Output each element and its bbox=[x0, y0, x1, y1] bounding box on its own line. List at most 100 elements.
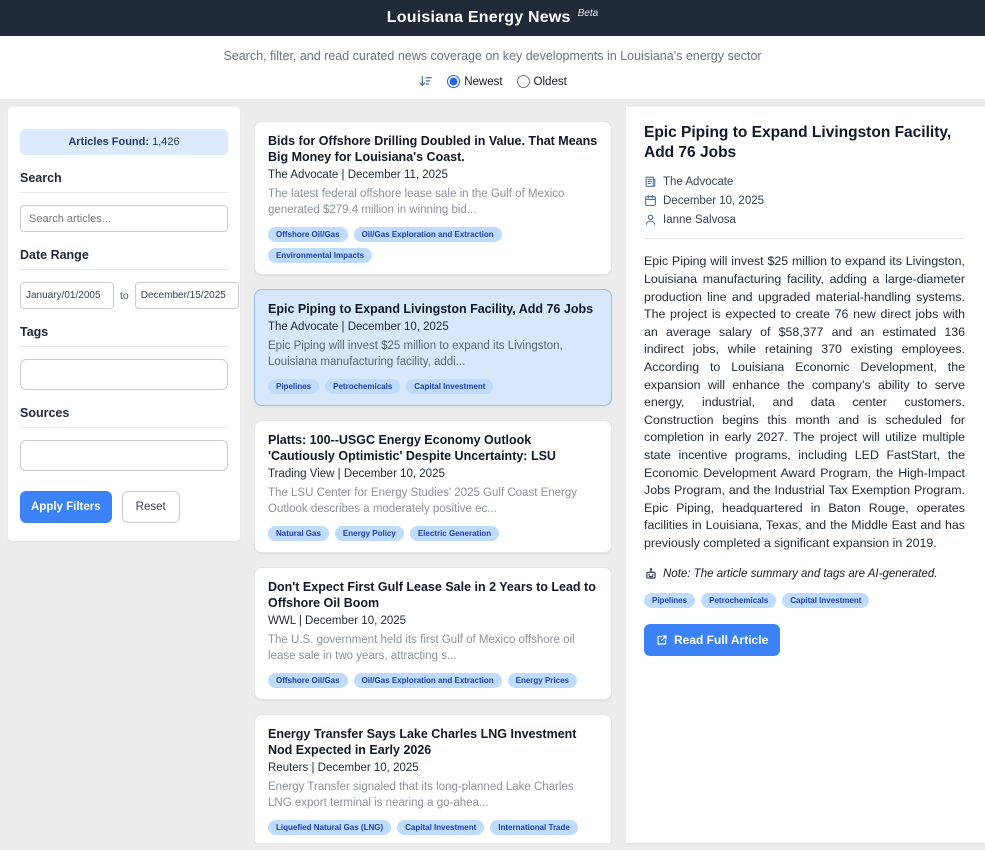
tag-pill: Electric Generation bbox=[410, 526, 499, 541]
search-section: Search bbox=[20, 171, 228, 232]
tag-pill: Liquefied Natural Gas (LNG) bbox=[268, 820, 391, 835]
articles-found-label: Articles Found: bbox=[68, 136, 149, 148]
tag-pill: Oil/Gas Exploration and Extraction bbox=[354, 673, 502, 688]
sources-heading: Sources bbox=[20, 406, 228, 428]
app-header: Louisiana Energy News Beta bbox=[0, 0, 985, 36]
article-meta: The Advocate | December 11, 2025 bbox=[268, 169, 598, 181]
article-title: Platts: 100--USGC Energy Economy Outlook… bbox=[268, 432, 598, 464]
tag-pill: Pipelines bbox=[644, 593, 695, 608]
ai-note: Note: The article summary and tags are A… bbox=[644, 567, 965, 581]
subtitle: Search, filter, and read curated news co… bbox=[0, 49, 985, 63]
date-separator: to bbox=[120, 290, 129, 302]
article-excerpt: The latest federal offshore lease sale i… bbox=[268, 187, 598, 218]
tag-pill: Energy Prices bbox=[508, 673, 577, 688]
date-row: to bbox=[20, 282, 228, 309]
robot-icon bbox=[644, 567, 658, 581]
articles-found-count: 1,426 bbox=[152, 136, 180, 148]
tag-pill: Petrochemicals bbox=[701, 593, 776, 608]
article-meta: Trading View | December 10, 2025 bbox=[268, 468, 598, 480]
date-to-input[interactable] bbox=[135, 282, 239, 309]
detail-source-row: The Advocate bbox=[644, 175, 965, 188]
article-card[interactable]: Bids for Offshore Drilling Doubled in Va… bbox=[254, 121, 612, 275]
apply-filters-button[interactable]: Apply Filters bbox=[20, 491, 112, 523]
person-icon bbox=[644, 213, 657, 226]
sort-row: Newest Oldest bbox=[0, 74, 985, 89]
article-tags: Offshore Oil/Gas Oil/Gas Exploration and… bbox=[268, 673, 598, 688]
filter-sidebar: Articles Found: 1,426 Search Date Range … bbox=[8, 107, 240, 541]
detail-title: Epic Piping to Expand Livingston Facilit… bbox=[644, 123, 965, 163]
article-card[interactable]: Platts: 100--USGC Energy Economy Outlook… bbox=[254, 420, 612, 553]
detail-date-row: December 10, 2025 bbox=[644, 194, 965, 207]
article-tags: Natural Gas Energy Policy Electric Gener… bbox=[268, 526, 598, 541]
content: Articles Found: 1,426 Search Date Range … bbox=[0, 99, 985, 843]
detail-body: Epic Piping will invest $25 million to e… bbox=[644, 253, 965, 552]
detail-date: December 10, 2025 bbox=[663, 195, 764, 207]
detail-divider bbox=[644, 238, 965, 239]
detail-tags: Pipelines Petrochemicals Capital Investm… bbox=[644, 593, 965, 608]
article-list: Bids for Offshore Drilling Doubled in Va… bbox=[254, 107, 612, 843]
articles-found-badge: Articles Found: 1,426 bbox=[20, 129, 228, 155]
article-title: Epic Piping to Expand Livingston Facilit… bbox=[268, 301, 598, 317]
sort-option-newest[interactable]: Newest bbox=[447, 75, 502, 88]
detail-author: Ianne Salvosa bbox=[663, 214, 736, 226]
app-title: Louisiana Energy News bbox=[387, 9, 571, 27]
beta-badge: Beta bbox=[578, 8, 599, 19]
article-card[interactable]: Don't Expect First Gulf Lease Sale in 2 … bbox=[254, 567, 612, 700]
tag-pill: Capital Investment bbox=[406, 379, 493, 394]
search-input[interactable] bbox=[20, 205, 228, 232]
tag-pill: Environmental Impacts bbox=[268, 248, 372, 263]
sources-input[interactable] bbox=[20, 440, 228, 471]
sources-section: Sources bbox=[20, 406, 228, 471]
read-full-article-label: Read Full Article bbox=[674, 633, 768, 647]
article-meta: WWL | December 10, 2025 bbox=[268, 615, 598, 627]
newest-radio[interactable] bbox=[447, 75, 460, 88]
top-strip: Search, filter, and read curated news co… bbox=[0, 36, 985, 99]
article-title: Energy Transfer Says Lake Charles LNG In… bbox=[268, 726, 598, 758]
external-link-icon bbox=[656, 634, 668, 646]
calendar-icon bbox=[644, 194, 657, 207]
article-tags: Pipelines Petrochemicals Capital Investm… bbox=[268, 379, 598, 394]
tag-pill: International Trade bbox=[490, 820, 578, 835]
article-meta: Reuters | December 10, 2025 bbox=[268, 762, 598, 774]
tag-pill: Energy Policy bbox=[335, 526, 404, 541]
tag-pill: Oil/Gas Exploration and Extraction bbox=[354, 227, 502, 242]
article-meta: The Advocate | December 10, 2025 bbox=[268, 321, 598, 333]
newspaper-icon bbox=[644, 175, 657, 188]
tag-pill: Natural Gas bbox=[268, 526, 329, 541]
article-title: Bids for Offshore Drilling Doubled in Va… bbox=[268, 133, 598, 165]
article-tags: Offshore Oil/Gas Oil/Gas Exploration and… bbox=[268, 227, 598, 263]
tag-pill: Offshore Oil/Gas bbox=[268, 227, 348, 242]
tag-pill: Pipelines bbox=[268, 379, 319, 394]
date-range-section: Date Range to bbox=[20, 248, 228, 309]
article-tags: Liquefied Natural Gas (LNG) Capital Inve… bbox=[268, 820, 598, 835]
sort-icon bbox=[418, 74, 433, 89]
article-card-selected[interactable]: Epic Piping to Expand Livingston Facilit… bbox=[254, 289, 612, 406]
date-from-input[interactable] bbox=[20, 282, 114, 309]
detail-source: The Advocate bbox=[663, 176, 733, 188]
tags-input[interactable] bbox=[20, 359, 228, 390]
read-full-article-button[interactable]: Read Full Article bbox=[644, 624, 780, 656]
article-excerpt: Energy Transfer signaled that its long-p… bbox=[268, 780, 598, 811]
article-excerpt: Epic Piping will invest $25 million to e… bbox=[268, 339, 598, 370]
filter-buttons-row: Apply Filters Reset bbox=[20, 491, 228, 523]
article-title: Don't Expect First Gulf Lease Sale in 2 … bbox=[268, 579, 598, 611]
oldest-label: Oldest bbox=[534, 76, 567, 88]
oldest-radio[interactable] bbox=[517, 75, 530, 88]
article-excerpt: The LSU Center for Energy Studies' 2025 … bbox=[268, 486, 598, 517]
date-range-heading: Date Range bbox=[20, 248, 228, 270]
newest-label: Newest bbox=[464, 76, 502, 88]
tag-pill: Offshore Oil/Gas bbox=[268, 673, 348, 688]
tag-pill: Capital Investment bbox=[782, 593, 869, 608]
tag-pill: Petrochemicals bbox=[325, 379, 400, 394]
article-card[interactable]: Energy Transfer Says Lake Charles LNG In… bbox=[254, 714, 612, 843]
sort-option-oldest[interactable]: Oldest bbox=[517, 75, 567, 88]
reset-button[interactable]: Reset bbox=[122, 491, 180, 523]
search-heading: Search bbox=[20, 171, 228, 193]
tags-section: Tags bbox=[20, 325, 228, 390]
ai-note-text: Note: The article summary and tags are A… bbox=[663, 568, 937, 580]
detail-author-row: Ianne Salvosa bbox=[644, 213, 965, 226]
tag-pill: Capital Investment bbox=[397, 820, 484, 835]
article-excerpt: The U.S. government held its first Gulf … bbox=[268, 633, 598, 664]
tags-heading: Tags bbox=[20, 325, 228, 347]
article-detail-panel: Epic Piping to Expand Livingston Facilit… bbox=[626, 107, 985, 843]
